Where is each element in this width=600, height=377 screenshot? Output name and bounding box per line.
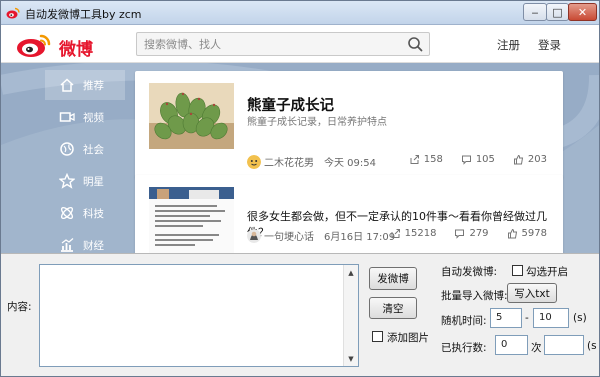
post-stats: 158 105 203 — [409, 154, 547, 165]
title-bar: 自动发微博工具by zcm ‒ □ ✕ — [1, 1, 599, 25]
add-image-label: 添加图片 — [387, 332, 429, 344]
post-thumbnail — [149, 187, 234, 253]
seconds-unit-label: (s) — [573, 312, 587, 324]
chart-icon — [61, 238, 74, 252]
sidebar-item-video[interactable]: 视频 — [45, 102, 125, 132]
weibo-logo[interactable]: 微博 — [15, 32, 105, 60]
post-weibo-button[interactable]: 发微博 — [369, 267, 417, 290]
enable-label: 勾选开启 — [526, 266, 568, 278]
enable-checkbox[interactable] — [512, 265, 523, 276]
sidebar-item-label: 财经 — [83, 239, 104, 252]
comment-count: 279 — [469, 228, 489, 239]
post-card[interactable]: 熊童子成长记 熊童子成长记录，日常养护特点 二木花花男 今天 09:54 158… — [135, 71, 563, 178]
like-icon[interactable] — [507, 228, 518, 239]
home-icon — [60, 78, 74, 92]
sidebar-item-recommend[interactable]: 推荐 — [45, 70, 125, 100]
share-icon[interactable] — [390, 228, 401, 239]
avatar[interactable] — [247, 228, 261, 243]
content-scrollbar[interactable]: ▲ ▼ — [343, 265, 358, 366]
extra-unit-label: (s — [587, 340, 597, 352]
app-window: 自动发微博工具by zcm ‒ □ ✕ 微博 搜索微博、找人 注册 登录 推荐 … — [0, 0, 600, 377]
post-stats: 15218 279 5978 — [390, 228, 547, 239]
like-count: 5978 — [521, 228, 547, 239]
sidebar-item-label: 推荐 — [83, 79, 104, 92]
executed-count-label: 已执行数: — [441, 342, 487, 354]
sidebar-item-stars[interactable]: 明星 — [45, 166, 125, 196]
share-count: 15218 — [404, 228, 437, 239]
scroll-up-arrow-icon[interactable]: ▲ — [344, 265, 358, 280]
maximize-icon: □ — [552, 5, 563, 19]
executed-count-field: 0 — [495, 335, 528, 355]
comment-count: 105 — [475, 154, 495, 165]
register-link[interactable]: 注册 — [497, 37, 520, 53]
close-button[interactable]: ✕ — [568, 3, 597, 21]
minimize-icon: ‒ — [531, 5, 539, 19]
post-time: 今天 09:54 — [324, 158, 376, 169]
weibo-logo-text: 微博 — [59, 40, 93, 60]
times-unit-label: 次 — [531, 342, 542, 354]
range-separator: - — [525, 312, 529, 324]
post-meta: 一句埂心话 6月16日 17:09 — [247, 228, 395, 243]
content-textarea[interactable] — [40, 265, 345, 366]
post-card[interactable]: 很多女生都会做，但不一定承认的10件事～看看你曾经做过几件？ 一句埂心话 6月1… — [135, 175, 563, 253]
clear-button[interactable]: 清空 — [369, 297, 417, 319]
channel-sidebar: 推荐 视频 社会 明星 科技 财经 — [45, 70, 125, 253]
search-box — [136, 32, 430, 56]
import-txt-button[interactable]: 写入txt — [507, 283, 557, 303]
post-meta: 二木花花男 今天 09:54 — [247, 154, 376, 169]
control-panel: 内容: ▲ ▼ 发微博 清空 添加图片 自动发微博: 勾选开启 批量导入微博: … — [1, 253, 599, 376]
sidebar-item-label: 社会 — [83, 143, 104, 156]
like-count: 203 — [527, 154, 547, 165]
search-input[interactable] — [138, 34, 400, 54]
weibo-logo-icon — [17, 34, 51, 57]
sidebar-item-society[interactable]: 社会 — [45, 134, 125, 164]
search-icon[interactable] — [407, 36, 423, 52]
content-label: 内容: — [7, 301, 32, 313]
random-time-label: 随机时间: — [441, 315, 487, 327]
random-min-input[interactable]: 5 — [490, 308, 522, 328]
sidebar-item-finance[interactable]: 财经 — [45, 230, 125, 253]
add-image-checkbox[interactable] — [372, 331, 383, 342]
weibo-browser-panel[interactable]: 微博 注册 登录 推荐 视频 社会 — [1, 25, 599, 253]
globe-icon — [60, 142, 74, 156]
weibo-app-icon — [6, 7, 20, 19]
post-author[interactable]: 二木花花男 — [264, 154, 314, 169]
post-time: 6月16日 17:09 — [324, 232, 396, 243]
minimize-button[interactable]: ‒ — [523, 3, 547, 21]
weibo-header: 微博 注册 登录 — [1, 25, 599, 63]
auto-post-label: 自动发微博: — [441, 266, 498, 278]
share-count: 158 — [423, 154, 443, 165]
like-icon[interactable] — [513, 154, 524, 165]
batch-import-label: 批量导入微博: — [441, 290, 508, 302]
atom-icon — [60, 206, 74, 220]
comment-icon[interactable] — [454, 228, 465, 239]
random-max-input[interactable]: 10 — [533, 308, 569, 328]
post-author[interactable]: 一句埂心话 — [264, 228, 314, 243]
sidebar-item-label: 明星 — [83, 175, 104, 188]
scroll-down-arrow-icon[interactable]: ▼ — [344, 351, 358, 366]
login-link[interactable]: 登录 — [538, 37, 561, 53]
share-icon[interactable] — [409, 154, 420, 165]
extra-input[interactable] — [544, 335, 584, 355]
avatar[interactable] — [247, 154, 261, 169]
comment-icon[interactable] — [461, 154, 472, 165]
post-thumbnail — [149, 83, 234, 149]
sidebar-item-label: 科技 — [83, 207, 104, 220]
maximize-button[interactable]: □ — [546, 3, 569, 21]
video-icon — [59, 112, 75, 122]
post-title[interactable]: 熊童子成长记 — [247, 94, 334, 115]
sidebar-item-tech[interactable]: 科技 — [45, 198, 125, 228]
close-icon: ✕ — [577, 5, 588, 19]
window-title: 自动发微博工具by zcm — [25, 8, 142, 21]
sidebar-item-label: 视频 — [83, 111, 104, 124]
post-subtitle: 熊童子成长记录，日常养护特点 — [247, 117, 387, 128]
content-textarea-box: ▲ ▼ — [39, 264, 359, 367]
star-icon — [59, 173, 75, 189]
